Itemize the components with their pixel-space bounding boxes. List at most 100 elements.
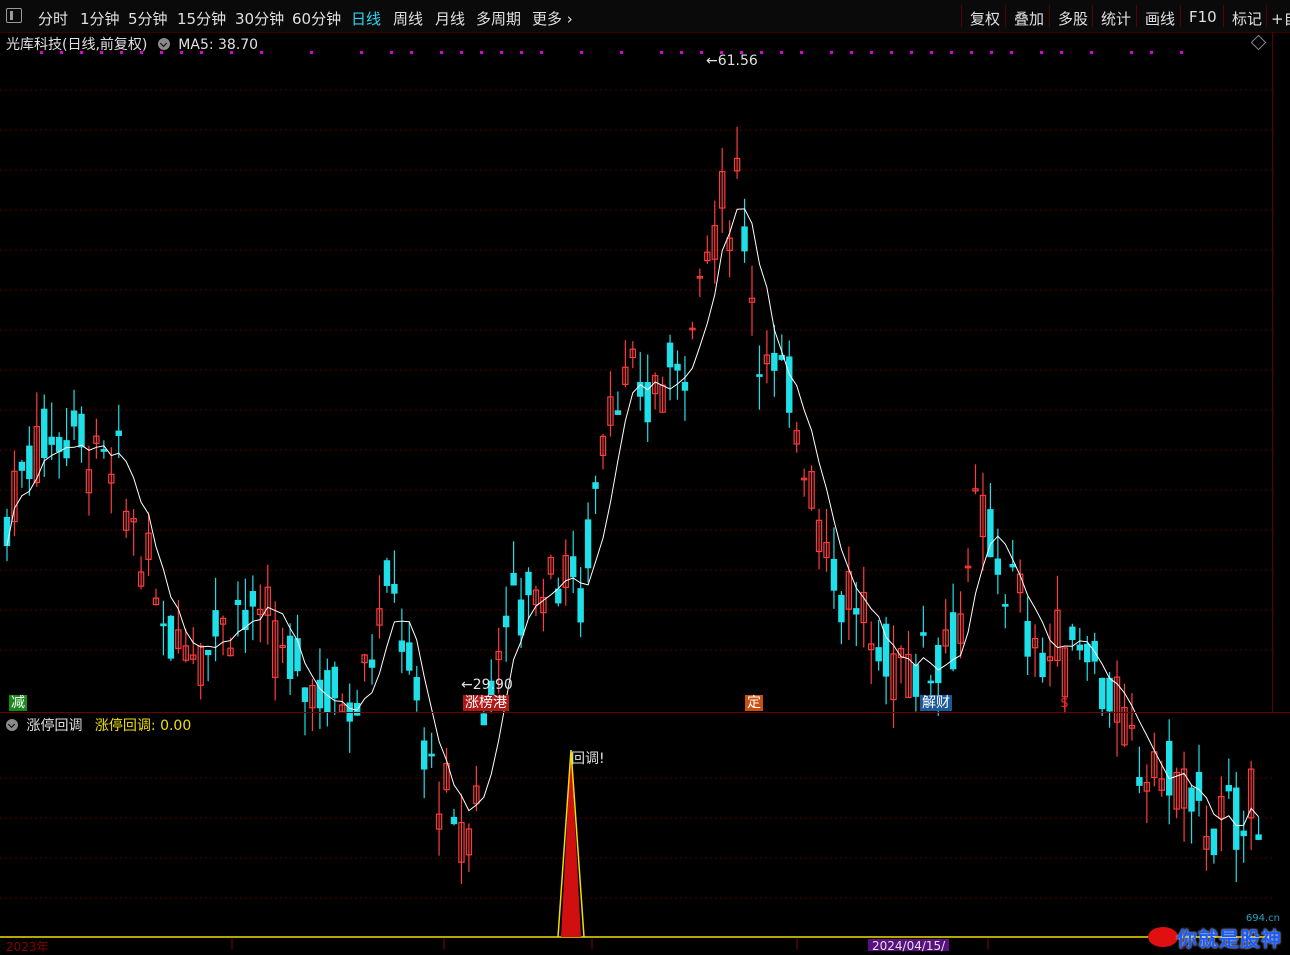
signal-dot <box>970 51 973 54</box>
signal-dot <box>160 51 163 54</box>
candle-body <box>1233 787 1240 850</box>
watermark-bull-icon <box>1148 927 1178 947</box>
candle-body <box>1188 787 1195 812</box>
signal-dot <box>780 51 783 54</box>
candle-body <box>666 342 674 368</box>
candle-body <box>1076 644 1083 651</box>
candle-body <box>756 374 763 377</box>
candle-body <box>771 352 778 371</box>
ma5-line <box>6 208 1259 827</box>
signal-dot <box>990 51 993 54</box>
signal-dot <box>1060 51 1063 54</box>
candle-body <box>569 556 577 578</box>
candle-body <box>875 647 882 662</box>
signal-dot <box>700 51 703 54</box>
signal-dot <box>260 51 263 54</box>
signal-dot <box>480 51 483 54</box>
candle-body <box>41 408 48 459</box>
signal-dot <box>520 51 523 54</box>
candle-body <box>406 642 413 671</box>
candle-body <box>927 680 935 684</box>
indicator-name[interactable]: 涨停回调 <box>26 718 82 734</box>
candle-body <box>428 753 435 757</box>
event-tag-reduce[interactable]: 减 <box>9 695 27 711</box>
watermark-logo: 694.cn 你就是股神 <box>1146 913 1286 951</box>
event-tag-limitup-hk[interactable]: 涨榜港 <box>463 695 509 711</box>
candle-body <box>234 599 242 606</box>
candle-body <box>100 449 108 452</box>
dropdown-circle-icon[interactable] <box>6 719 18 731</box>
candle-body <box>1084 643 1091 663</box>
candle-body <box>838 594 845 623</box>
candle-body <box>316 679 324 709</box>
event-tag-placement[interactable]: 定 <box>745 695 763 711</box>
signal-dot <box>540 51 543 54</box>
event-tag-unlock[interactable]: 解财 <box>920 695 952 711</box>
signal-dot <box>410 51 413 54</box>
candle-body <box>391 583 398 594</box>
signal-dot <box>360 51 363 54</box>
candle-body <box>592 482 599 489</box>
candle-body <box>1255 834 1262 840</box>
signal-dot <box>1150 51 1153 54</box>
candle-body <box>853 608 860 615</box>
signal-dot <box>1180 51 1183 54</box>
signal-dot <box>870 51 873 54</box>
candle-body <box>115 430 122 436</box>
candle-body <box>1225 784 1232 792</box>
candle-body <box>204 649 212 656</box>
signal-dot <box>950 51 953 54</box>
candle-body <box>525 571 532 596</box>
candle-body <box>294 638 301 672</box>
candle-body <box>994 558 1002 575</box>
candle-body <box>286 635 294 680</box>
candle-body <box>510 572 517 586</box>
arrow-left-icon: ← <box>706 53 718 69</box>
indicator-value: 涨停回调: 0.00 <box>94 718 192 734</box>
signal-dot <box>500 51 503 54</box>
candle-body <box>1002 604 1009 607</box>
candle-body <box>55 437 63 452</box>
candle-body <box>212 610 219 637</box>
low-price-label: ←29.90 <box>461 677 513 693</box>
kline-chart[interactable] <box>0 0 1290 949</box>
cursor-date-box: 2024/04/15/ <box>868 939 950 953</box>
candle-body <box>614 410 622 415</box>
candle-body <box>421 740 428 770</box>
candle-body <box>912 664 920 697</box>
candle-body <box>1240 830 1247 837</box>
arrow-left-icon: ← <box>461 677 473 693</box>
signal-dot <box>760 51 763 54</box>
candle-body <box>160 623 167 627</box>
watermark-text: 你就是股神 <box>1177 927 1282 951</box>
candle-body <box>450 816 458 825</box>
candle-body <box>48 436 55 445</box>
signal-dot <box>830 51 833 54</box>
candle-body <box>674 363 681 371</box>
candle-body <box>301 687 309 702</box>
candle-body <box>242 609 249 631</box>
candle-body <box>1024 621 1031 657</box>
signal-dot <box>1010 51 1013 54</box>
signal-dot <box>140 51 143 54</box>
signal-dot <box>100 51 103 54</box>
signal-dot <box>40 51 43 54</box>
indicator-peak-label: 回调! <box>571 751 605 767</box>
candle-body <box>920 632 927 636</box>
candle-body <box>1136 777 1143 786</box>
candle-body <box>1165 740 1173 796</box>
candle-body <box>1098 677 1106 710</box>
candle-body <box>167 615 175 659</box>
signal-dot <box>440 51 443 54</box>
candle-body <box>741 226 748 252</box>
signal-dot <box>1090 51 1093 54</box>
candle-body <box>368 659 376 668</box>
signal-dot <box>80 51 83 54</box>
candle-body <box>70 410 78 427</box>
signal-dot <box>580 51 583 54</box>
high-price-label: ←61.56 <box>706 53 758 69</box>
candle-body <box>413 677 420 701</box>
signal-dot <box>930 51 933 54</box>
candle-body <box>78 413 85 448</box>
event-tag-dollar[interactable]: $ <box>1058 695 1071 711</box>
